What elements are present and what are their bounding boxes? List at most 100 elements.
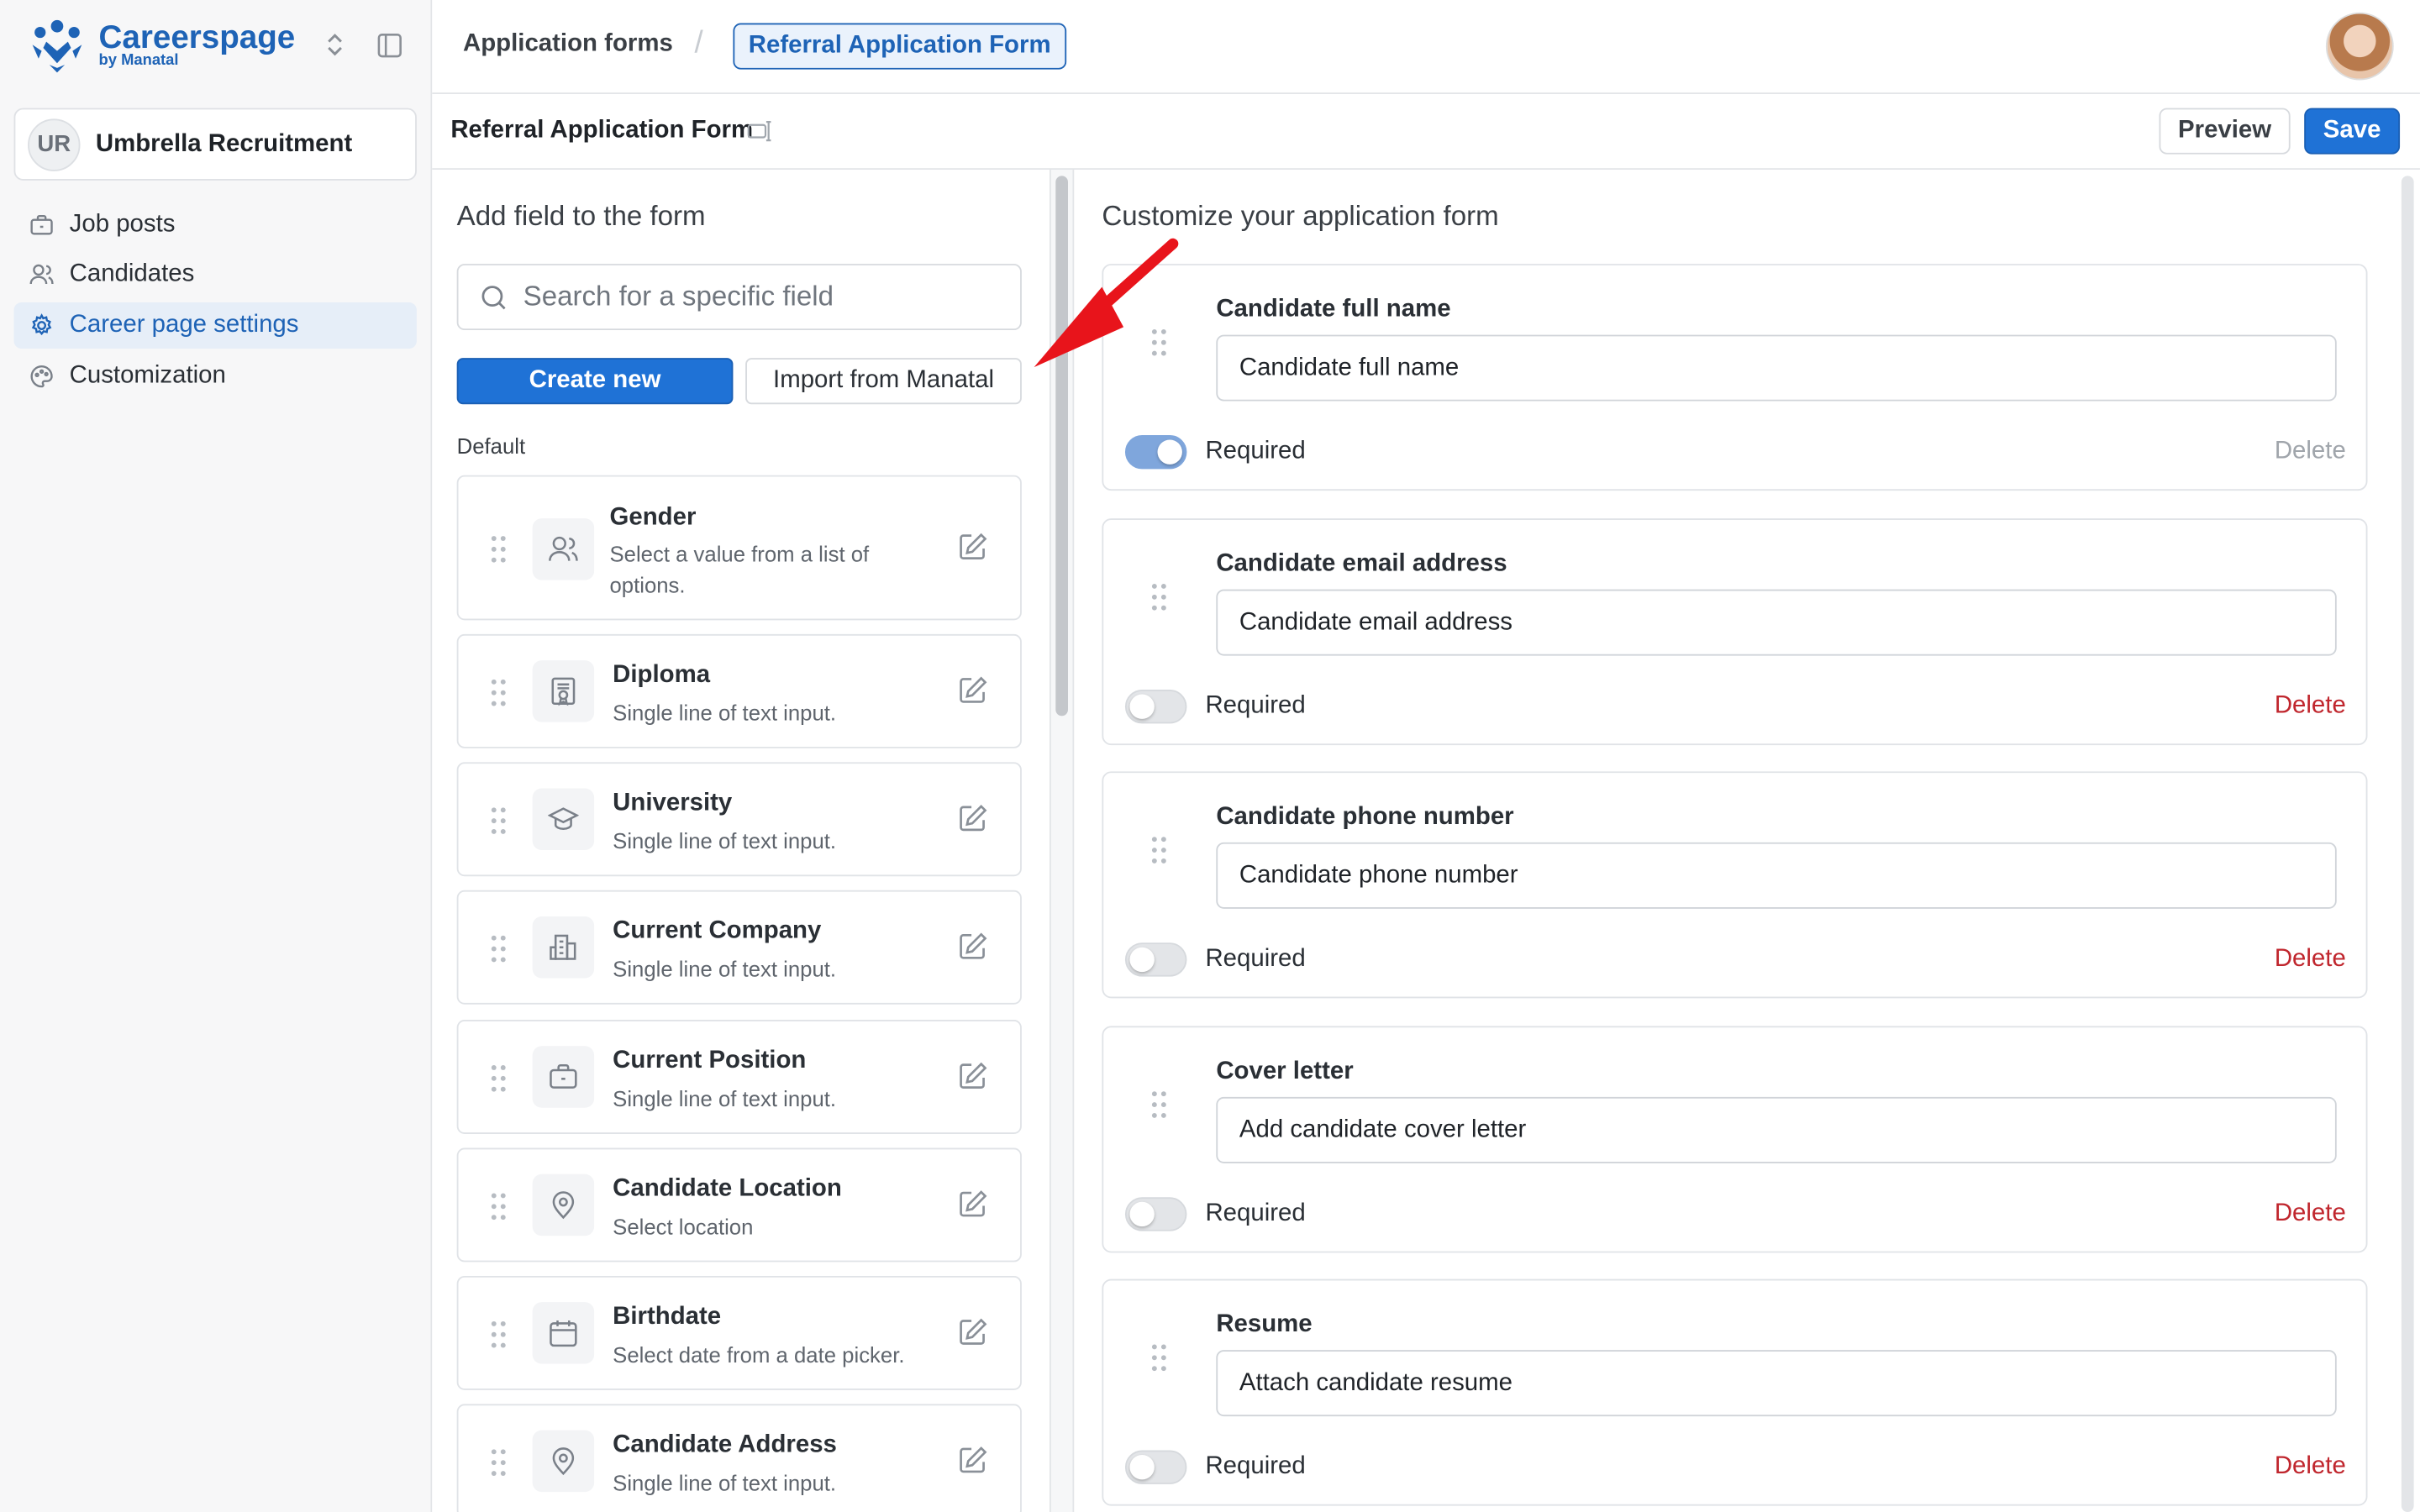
nav-item-job-posts[interactable]: Job posts (14, 202, 417, 249)
breadcrumb-current-form[interactable]: Referral Application Form (733, 23, 1066, 70)
sidebar: Careerspage by Manatal UR Umbrella Recru… (0, 0, 433, 1512)
edit-icon[interactable] (957, 1188, 990, 1228)
drag-handle-icon[interactable] (1150, 1342, 1168, 1381)
form-field-input[interactable]: Candidate phone number (1216, 842, 2337, 909)
toggle-knob (1129, 694, 1155, 719)
edit-icon[interactable] (957, 802, 990, 843)
create-new-button[interactable]: Create new (456, 358, 734, 405)
brand-logo[interactable]: Careerspage by Manatal (28, 15, 295, 76)
edit-icon[interactable] (957, 1060, 990, 1100)
nav-label: Candidates (69, 260, 195, 287)
required-toggle[interactable] (1124, 1197, 1187, 1231)
nav-item-career-page-settings[interactable]: Career page settings (13, 302, 417, 349)
add-field-panel: Add field to the form Search for a speci… (432, 170, 1050, 1512)
careerspage-logo-icon (32, 19, 82, 73)
field-card-birthdate[interactable]: Birthdate Select date from a date picker… (456, 1275, 1022, 1390)
preview-button[interactable]: Preview (2159, 108, 2291, 155)
toggle-knob (1129, 947, 1155, 973)
form-field-resume[interactable]: Resume Attach candidate resume Required … (1102, 1278, 2368, 1506)
form-field-input[interactable]: Candidate full name (1216, 334, 2337, 402)
form-field-label: Candidate full name (1216, 296, 1451, 323)
drag-handle-icon[interactable] (489, 806, 508, 844)
drag-handle-icon[interactable] (489, 533, 508, 572)
required-label: Required (1205, 1453, 1306, 1480)
drag-handle-icon[interactable] (1150, 1089, 1168, 1128)
customize-form-title: Customize your application form (1102, 200, 1499, 232)
drag-handle-icon[interactable] (1150, 835, 1168, 874)
field-card-current-position[interactable]: Current Position Single line of text inp… (456, 1020, 1022, 1134)
drag-handle-icon[interactable] (489, 933, 508, 972)
nav-item-customization[interactable]: Customization (14, 354, 417, 400)
form-title: Referral Application Form (450, 117, 754, 144)
field-name: Diploma (613, 661, 711, 689)
briefcase-icon (30, 214, 53, 235)
form-field-candidate-email[interactable]: Candidate email address Candidate email … (1102, 518, 2368, 746)
field-description: Select date from a date picker. (613, 1341, 905, 1368)
edit-icon[interactable] (957, 1444, 990, 1484)
form-field-candidate-phone[interactable]: Candidate phone number Candidate phone n… (1102, 771, 2368, 999)
form-field-input[interactable]: Attach candidate resume (1216, 1350, 2337, 1417)
drag-handle-icon[interactable] (1150, 581, 1168, 620)
form-field-label: Candidate phone number (1216, 803, 1514, 831)
brand-sub: by Manatal (98, 52, 179, 70)
field-card-current-company[interactable]: Current Company Single line of text inpu… (456, 890, 1022, 1005)
scrollbar-thumb[interactable] (2401, 176, 2414, 1512)
form-field-cover-letter[interactable]: Cover letter Add candidate cover letter … (1102, 1026, 2368, 1253)
delete-button[interactable]: Delete (2275, 946, 2346, 974)
gear-icon (31, 313, 52, 336)
edit-icon[interactable] (957, 531, 990, 571)
graduation-cap-icon (532, 788, 595, 851)
import-from-manatal-button[interactable]: Import from Manatal (745, 358, 1022, 405)
calendar-icon (532, 1302, 595, 1364)
form-field-input[interactable]: Add candidate cover letter (1216, 1096, 2337, 1163)
edit-icon[interactable] (957, 931, 990, 971)
nav-item-candidates[interactable]: Candidates (14, 251, 417, 297)
required-toggle[interactable] (1124, 942, 1187, 977)
drag-handle-icon[interactable] (489, 1447, 508, 1486)
field-name: University (613, 790, 733, 816)
edit-icon[interactable] (957, 1316, 990, 1357)
delete-button[interactable]: Delete (2275, 1453, 2346, 1481)
required-toggle[interactable] (1124, 690, 1187, 724)
required-toggle[interactable] (1124, 434, 1187, 470)
delete-button[interactable]: Delete (2275, 693, 2346, 721)
field-name: Current Position (613, 1047, 807, 1074)
required-label: Required (1205, 1200, 1306, 1227)
search-placeholder: Search for a specific field (523, 281, 834, 312)
field-card-university[interactable]: University Single line of text input. (456, 762, 1022, 877)
save-button[interactable]: Save (2304, 108, 2401, 155)
field-description: Single line of text input. (613, 1086, 837, 1111)
map-pin-icon (532, 1430, 595, 1493)
org-name: Umbrella Recruitment (95, 130, 353, 157)
field-name: Gender (609, 504, 697, 531)
drag-handle-icon[interactable] (489, 1319, 508, 1357)
edit-icon[interactable] (957, 675, 990, 715)
field-card-gender[interactable]: Gender Select a value from a list of opt… (456, 475, 1022, 621)
field-description: Single line of text input. (613, 828, 837, 853)
delete-button[interactable]: Delete (2275, 438, 2346, 466)
form-field-input[interactable]: Candidate email address (1216, 589, 2337, 656)
field-card-diploma[interactable]: Diploma Single line of text input. (456, 633, 1022, 748)
drag-handle-icon[interactable] (489, 677, 508, 716)
field-description: Select location (613, 1214, 754, 1239)
rename-icon[interactable] (747, 118, 773, 151)
field-card-candidate-address[interactable]: Candidate Address Single line of text in… (456, 1404, 1022, 1512)
drag-handle-icon[interactable] (489, 1063, 508, 1101)
map-pin-icon (532, 1173, 595, 1236)
user-avatar[interactable] (2325, 12, 2394, 81)
required-toggle[interactable] (1124, 1450, 1187, 1484)
delete-button[interactable]: Delete (2275, 1200, 2346, 1228)
required-label: Required (1205, 945, 1306, 973)
breadcrumb-application-forms[interactable]: Application forms (463, 31, 673, 59)
field-search-input[interactable]: Search for a specific field (456, 264, 1022, 331)
org-switch-icon[interactable] (324, 31, 346, 64)
drag-handle-icon[interactable] (489, 1191, 508, 1230)
sidebar-toggle-icon[interactable] (376, 33, 402, 64)
organization-selector[interactable]: UR Umbrella Recruitment (13, 108, 417, 181)
right-panel-scrollbar[interactable] (2401, 176, 2414, 1512)
toggle-knob (1129, 1201, 1155, 1227)
form-field-candidate-full-name[interactable]: Candidate full name Candidate full name … (1102, 264, 2368, 491)
field-card-candidate-location[interactable]: Candidate Location Select location (456, 1147, 1022, 1263)
top-bar: Application forms / Referral Application… (432, 0, 2420, 95)
nav-label: Job posts (69, 211, 176, 238)
